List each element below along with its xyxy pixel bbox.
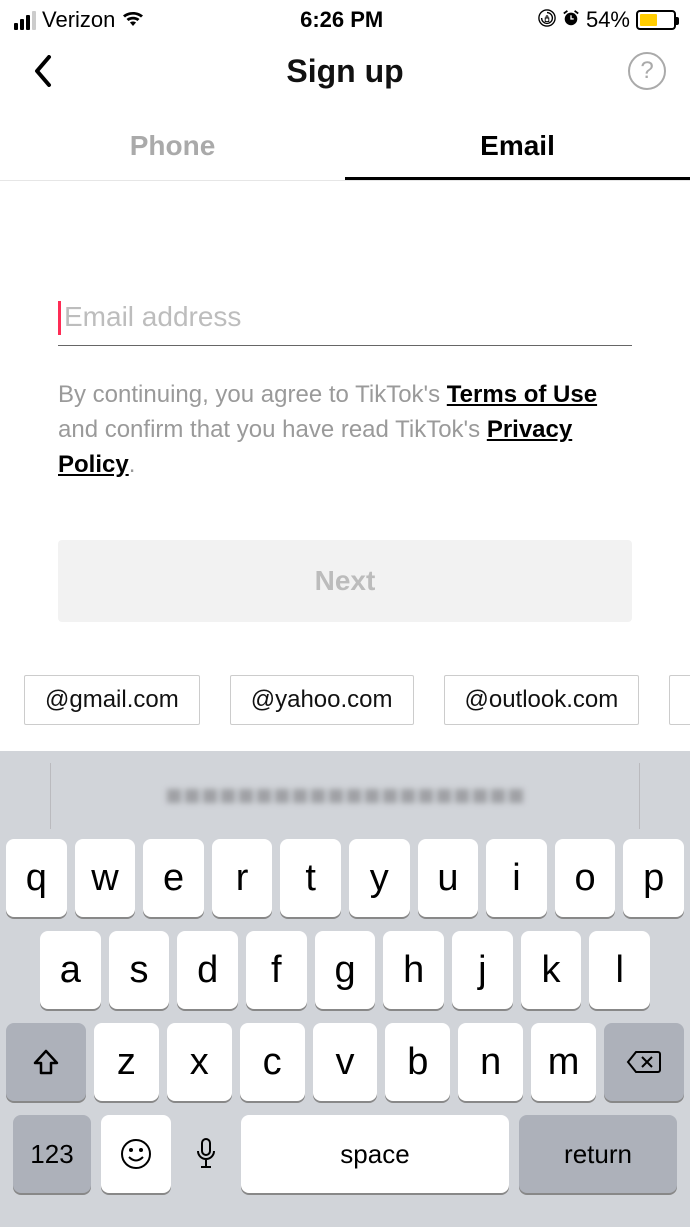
- key-z[interactable]: z: [94, 1023, 159, 1101]
- key-l[interactable]: l: [589, 931, 650, 1009]
- key-f[interactable]: f: [246, 931, 307, 1009]
- next-button[interactable]: Next: [58, 540, 632, 622]
- key-m[interactable]: m: [531, 1023, 596, 1101]
- key-g[interactable]: g: [315, 931, 376, 1009]
- key-n[interactable]: n: [458, 1023, 523, 1101]
- help-button[interactable]: ?: [628, 52, 666, 90]
- key-row-2: a s d f g h j k l: [6, 931, 684, 1009]
- carrier-label: Verizon: [42, 7, 115, 33]
- orientation-lock-icon: [538, 7, 556, 33]
- key-k[interactable]: k: [521, 931, 582, 1009]
- key-row-4: 123 space return: [6, 1115, 684, 1193]
- space-key[interactable]: space: [241, 1115, 509, 1193]
- shift-key[interactable]: [6, 1023, 86, 1101]
- email-field[interactable]: [58, 301, 632, 333]
- wifi-icon: [121, 7, 145, 33]
- alarm-icon: [562, 7, 580, 33]
- battery-pct: 54%: [586, 7, 630, 33]
- key-y[interactable]: y: [349, 839, 410, 917]
- form-area: By continuing, you agree to TikTok's Ter…: [0, 181, 690, 622]
- legal-text: By continuing, you agree to TikTok's Ter…: [58, 378, 632, 482]
- battery-icon: [636, 10, 676, 30]
- key-o[interactable]: o: [555, 839, 616, 917]
- tab-email[interactable]: Email: [345, 118, 690, 180]
- suggestion-hotmail[interactable]: @hot: [669, 675, 690, 725]
- page-title: Sign up: [286, 53, 403, 90]
- key-v[interactable]: v: [313, 1023, 378, 1101]
- key-e[interactable]: e: [143, 839, 204, 917]
- tabs: Phone Email: [0, 118, 690, 180]
- legal-prefix: By continuing, you agree to TikTok's: [58, 381, 447, 408]
- signal-icon: [14, 11, 36, 30]
- nav-bar: Sign up ?: [0, 40, 690, 108]
- key-a[interactable]: a: [40, 931, 101, 1009]
- predictive-row[interactable]: [50, 763, 640, 829]
- terms-link[interactable]: Terms of Use: [447, 381, 597, 408]
- key-p[interactable]: p: [623, 839, 684, 917]
- numeric-key[interactable]: 123: [13, 1115, 91, 1193]
- legal-mid: and confirm that you have read TikTok's: [58, 416, 487, 443]
- suggestion-outlook[interactable]: @outlook.com: [444, 675, 640, 725]
- key-c[interactable]: c: [240, 1023, 305, 1101]
- key-i[interactable]: i: [486, 839, 547, 917]
- clock: 6:26 PM: [300, 7, 383, 33]
- key-x[interactable]: x: [167, 1023, 232, 1101]
- key-j[interactable]: j: [452, 931, 513, 1009]
- key-h[interactable]: h: [383, 931, 444, 1009]
- status-bar: Verizon 6:26 PM 54%: [0, 0, 690, 40]
- key-q[interactable]: q: [6, 839, 67, 917]
- key-t[interactable]: t: [280, 839, 341, 917]
- return-key[interactable]: return: [519, 1115, 677, 1193]
- tab-phone[interactable]: Phone: [0, 118, 345, 180]
- key-row-3: z x c v b n m: [6, 1023, 684, 1101]
- suggestion-yahoo[interactable]: @yahoo.com: [230, 675, 414, 725]
- key-row-1: q w e r t y u i o p: [6, 839, 684, 917]
- backspace-key[interactable]: [604, 1023, 684, 1101]
- key-u[interactable]: u: [418, 839, 479, 917]
- key-r[interactable]: r: [212, 839, 273, 917]
- key-b[interactable]: b: [385, 1023, 450, 1101]
- key-w[interactable]: w: [75, 839, 136, 917]
- dictation-key[interactable]: [181, 1115, 231, 1193]
- emoji-key[interactable]: [101, 1115, 171, 1193]
- email-input-wrap[interactable]: [58, 301, 632, 346]
- keyboard: q w e r t y u i o p a s d f g h j k l z …: [0, 751, 690, 1227]
- key-s[interactable]: s: [109, 931, 170, 1009]
- text-cursor: [58, 301, 61, 335]
- suggestion-gmail[interactable]: @gmail.com: [24, 675, 200, 725]
- back-button[interactable]: [24, 52, 62, 90]
- key-d[interactable]: d: [177, 931, 238, 1009]
- legal-suffix: .: [129, 451, 136, 478]
- email-suggestions: @gmail.com @yahoo.com @outlook.com @hot: [0, 675, 690, 725]
